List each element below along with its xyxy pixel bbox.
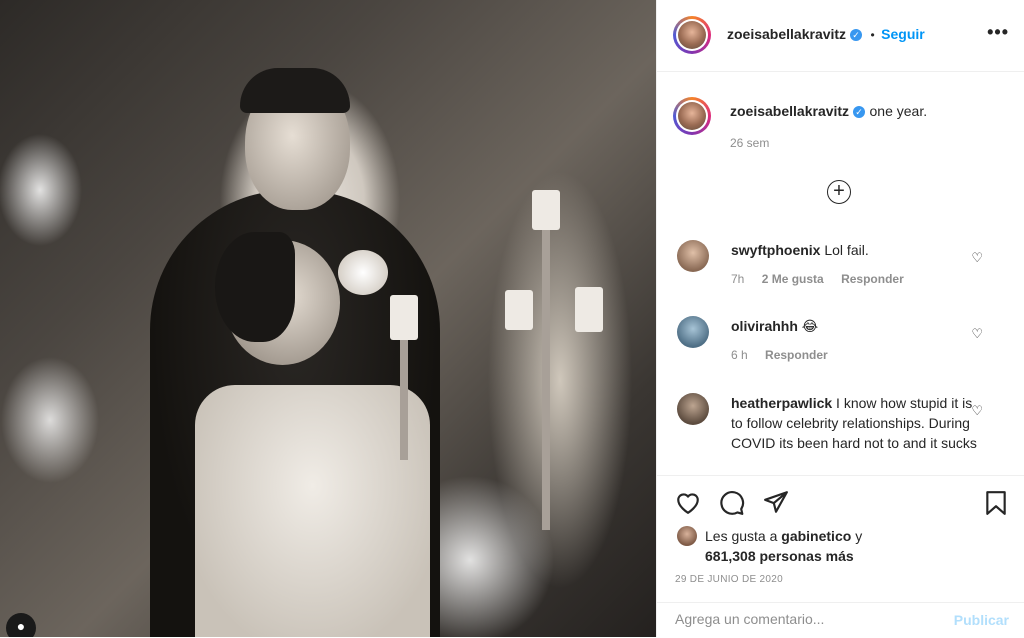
comment-avatar[interactable] (677, 240, 709, 272)
post-photo[interactable]: ● (0, 0, 656, 637)
liker-username[interactable]: gabinetico (781, 528, 851, 544)
caption-text: one year. (869, 103, 928, 119)
comment-item: swyftphoenix Lol fail. 7h 2 Me gusta Res… (673, 240, 1013, 300)
comment-time[interactable]: 7h (731, 272, 744, 286)
bookmark-icon[interactable] (984, 490, 1008, 521)
comment-item: olivirahhh 😂 6 h Responder ♡ (673, 316, 1013, 376)
post-header: zoeisabellakravitz ✓ • Seguir ••• (657, 0, 1024, 72)
comment-username[interactable]: heatherpawlick (731, 395, 832, 411)
photo-candelabra (542, 230, 550, 530)
comment-username[interactable]: olivirahhh (731, 318, 798, 334)
caption: zoeisabellakravitz ✓ one year. 26 sem (730, 103, 1010, 150)
comment-likes[interactable]: 2 Me gusta (762, 272, 824, 286)
caption-author-avatar[interactable] (673, 97, 711, 135)
comment-like-heart-icon[interactable]: ♡ (971, 403, 983, 419)
caption-time[interactable]: 26 sem (730, 136, 1010, 150)
photo-candle (575, 287, 603, 332)
caption-username[interactable]: zoeisabellakravitz (730, 103, 849, 119)
photo-bride-hair (215, 232, 295, 342)
plus-circle-icon[interactable]: + (827, 180, 851, 204)
post-date[interactable]: 29 DE JUNIO DE 2020 (675, 574, 783, 585)
follow-button[interactable]: Seguir (881, 26, 925, 42)
photo-candle (505, 290, 533, 330)
comment-item: heatherpawlick I know how stupid it is t… (673, 393, 1013, 473)
photo-bride-dress (195, 385, 430, 637)
likes-prefix: Les gusta a (705, 528, 778, 544)
photo-groom-hair (240, 68, 350, 113)
comment-bar: Publicar (657, 602, 1024, 638)
liker-avatar[interactable] (677, 526, 697, 546)
separator-dot: • (870, 28, 875, 42)
photo-candle (532, 190, 560, 230)
send-icon[interactable] (763, 490, 789, 519)
comment-text: 😂 (801, 318, 819, 334)
comment-like-heart-icon[interactable]: ♡ (971, 250, 983, 266)
author-avatar[interactable] (673, 16, 711, 54)
more-options-icon[interactable]: ••• (987, 22, 1009, 43)
verified-badge-icon: ✓ (850, 28, 863, 41)
user-tag-icon[interactable]: ● (6, 613, 36, 637)
comment-text: Lol fail. (824, 242, 869, 258)
post-side-panel: zoeisabellakravitz ✓ • Seguir ••• zoeisab… (656, 0, 1024, 637)
action-bar (657, 475, 1024, 526)
publish-button[interactable]: Publicar (954, 612, 1009, 628)
comment-avatar[interactable] (677, 393, 709, 425)
likes-connector: y (855, 528, 863, 544)
likes-count[interactable]: 681,308 personas más (705, 548, 854, 564)
comment-input[interactable] (675, 611, 935, 627)
photo-candle (390, 295, 418, 340)
comment-username[interactable]: swyftphoenix (731, 242, 820, 258)
reply-button[interactable]: Responder (765, 348, 828, 362)
comment-like-heart-icon[interactable]: ♡ (971, 326, 983, 342)
comment-avatar[interactable] (677, 316, 709, 348)
author-username[interactable]: zoeisabellakravitz (727, 26, 846, 42)
heart-icon[interactable] (675, 490, 701, 519)
comment-icon[interactable] (719, 490, 745, 521)
photo-candelabra (400, 340, 408, 460)
verified-badge-icon: ✓ (853, 105, 866, 118)
reply-button[interactable]: Responder (841, 272, 904, 286)
photo-boutonniere (338, 250, 388, 295)
comment-time[interactable]: 6 h (731, 348, 748, 362)
